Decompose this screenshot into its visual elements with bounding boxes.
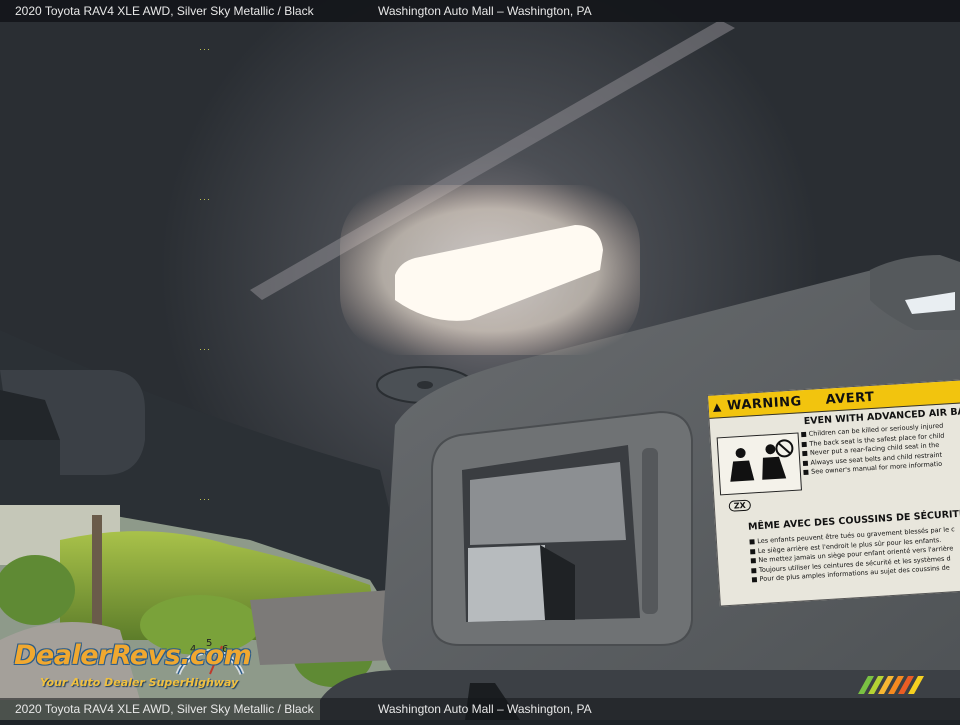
dealer-caption: Washington Auto Mall – Washington, PA [378,702,592,716]
warning-header-right: AVERT [825,389,875,408]
caption-bar-top: 2020 Toyota RAV4 XLE AWD, Silver Sky Met… [0,0,960,22]
warning-header-left: WARNING [726,393,803,414]
airbag-warning-label: ▲ WARNING AVERT EVEN WITH ADVANCED AIR B… [707,379,960,607]
watermark-dots: ··· [199,44,211,54]
dealerrevs-logo: DealerRevs.com [14,640,252,671]
warning-list-en: Children can be killed or seriously inju… [800,422,946,478]
caption-bar-bottom: 2020 Toyota RAV4 XLE AWD, Silver Sky Met… [0,698,960,720]
vehicle-caption: 2020 Toyota RAV4 XLE AWD, Silver Sky Met… [15,702,314,716]
photo-scene [0,0,960,720]
dealer-caption: Washington Auto Mall – Washington, PA [378,4,592,18]
child-seat-pictogram-icon [716,432,802,496]
dealerrevs-watermark: 4 5 6 DealerRevs.com Your Auto Dealer Su… [10,628,265,694]
color-stripes-icon [858,676,924,694]
vehicle-caption: 2020 Toyota RAV4 XLE AWD, Silver Sky Met… [15,4,314,18]
watermark-dots: ··· [199,194,211,204]
warning-triangle-icon: ▲ [712,399,722,414]
watermark-dots: ··· [199,344,211,354]
watermark-dots: ··· [199,494,211,504]
warning-list-fr: Les enfants peuvent être tués ou graveme… [749,525,958,585]
warning-code: ZX [728,499,752,512]
dealerrevs-tagline: Your Auto Dealer SuperHighway [40,676,239,689]
car-interior-photo [0,0,960,720]
